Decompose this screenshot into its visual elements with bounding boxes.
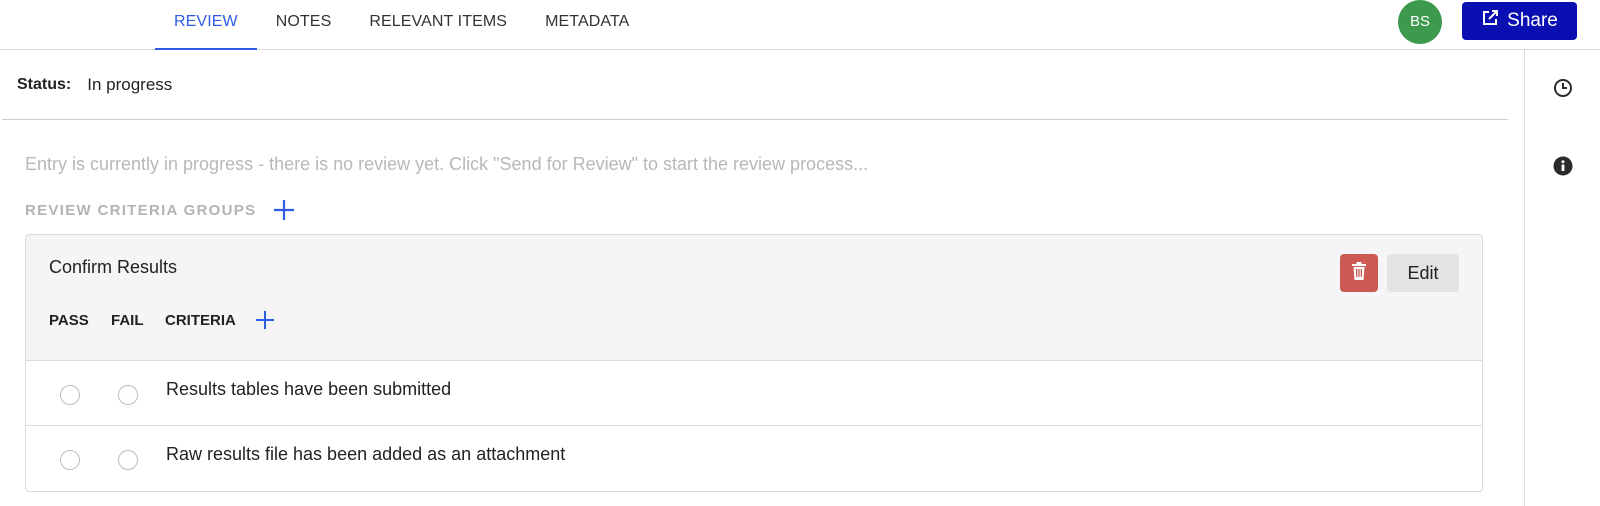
edit-group-button[interactable]: Edit [1387,254,1459,292]
share-button[interactable]: Share [1462,2,1577,40]
review-criteria-groups-title: REVIEW CRITERIA GROUPS [25,201,257,219]
criteria-column-headers: PASS FAIL CRITERIA [49,309,276,331]
criteria-group-title: Confirm Results [49,257,178,277]
share-label: Share [1507,10,1558,31]
add-group-plus-icon[interactable] [272,198,296,222]
add-criterion-plus-icon[interactable] [254,309,276,331]
pass-radio[interactable] [60,385,80,405]
criterion-row: Results tables have been submitted [26,361,1482,426]
info-icon[interactable] [1553,156,1573,176]
criteria-group-header: Confirm Results Edit PASS FAIL CRITERIA [26,235,1482,361]
trash-icon [1351,261,1367,285]
fail-radio[interactable] [118,450,138,470]
criterion-text: Results tables have been submitted [166,379,452,399]
fail-radio[interactable] [118,385,138,405]
tab-notes[interactable]: NOTES [257,0,351,50]
criterion-row: Raw results file has been added as an at… [26,426,1482,491]
clock-icon[interactable] [1553,78,1573,98]
review-criteria-groups-header: REVIEW CRITERIA GROUPS [25,198,296,222]
tab-relevant-items[interactable]: RELEVANT ITEMS [350,0,526,50]
review-panel: Status: In progress Entry is currently i… [0,50,1524,506]
delete-group-button[interactable] [1340,254,1378,292]
criteria-group-card: Confirm Results Edit PASS FAIL CRITERIA … [25,234,1483,492]
review-hint-text: Entry is currently in progress - there i… [25,154,869,174]
top-bar: REVIEW NOTES RELEVANT ITEMS METADATA BS … [0,0,1600,50]
status-row: Status: In progress [2,50,1508,120]
status-label: Status: [17,75,72,93]
criteria-column-header: CRITERIA [165,311,236,329]
fail-column-header: FAIL [111,311,144,329]
external-link-icon [1481,9,1499,33]
user-avatar[interactable]: BS [1398,0,1442,44]
tab-metadata[interactable]: METADATA [526,0,648,50]
tab-review[interactable]: REVIEW [155,0,257,50]
tab-bar: REVIEW NOTES RELEVANT ITEMS METADATA [155,0,648,50]
pass-column-header: PASS [49,311,89,329]
criterion-text: Raw results file has been added as an at… [166,444,566,464]
status-value: In progress [87,74,173,94]
pass-radio[interactable] [60,450,80,470]
right-sidebar [1524,50,1600,506]
